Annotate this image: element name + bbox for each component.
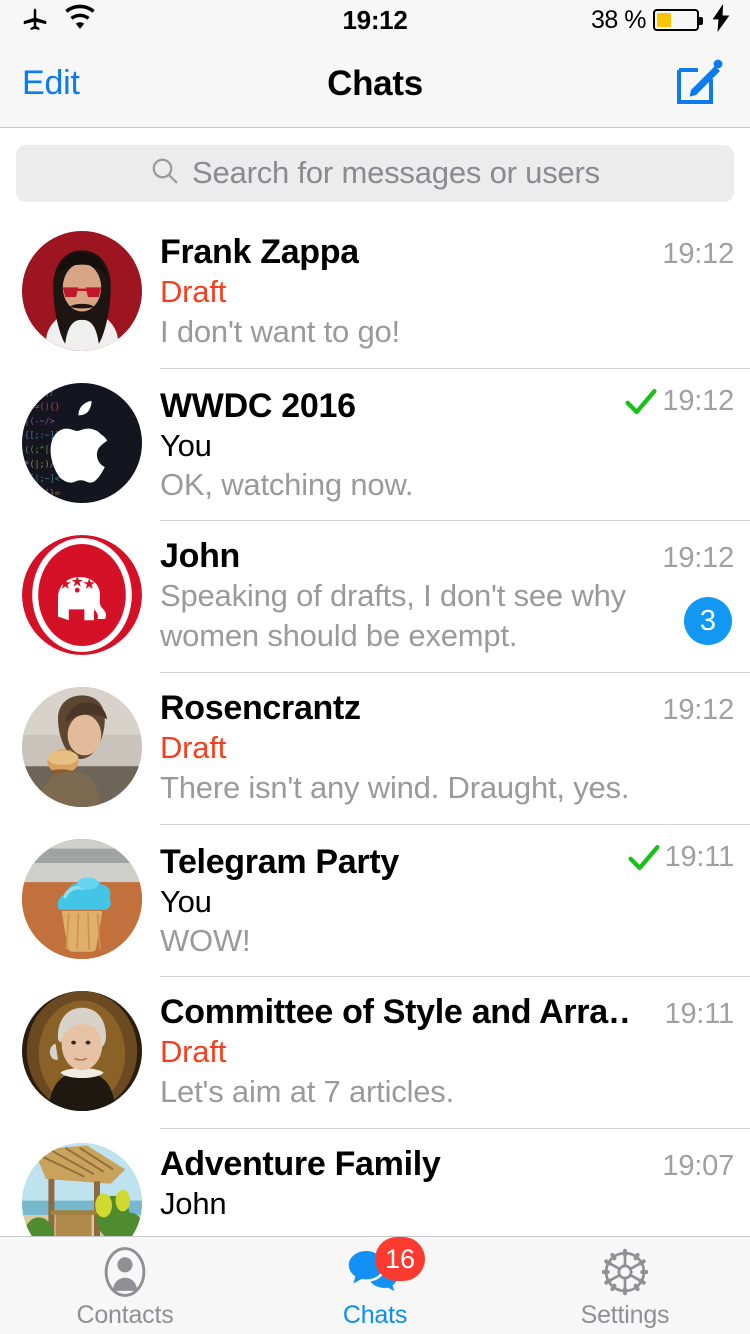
avatar (22, 839, 142, 959)
message-preview: OK, watching now. (160, 467, 414, 503)
chat-list[interactable]: Frank Zappa 19:12 Draft I don't want to go!… (0, 217, 750, 1236)
chat-timestamp: 19:11 (664, 841, 735, 873)
message-preview: Let's aim at 7 articles. (160, 1073, 455, 1109)
battery-icon (653, 9, 703, 31)
chat-timestamp: 19:11 (664, 998, 735, 1030)
chat-title: John (160, 537, 241, 575)
chat-timestamp: 19:12 (662, 385, 734, 417)
message-preview: I don't want to go! (160, 313, 400, 349)
tab-contacts-label: Contacts (76, 1301, 174, 1329)
chat-list-item[interactable]: #!{]|/7+=(){} |(-~/> {[;:~]} ((;^[;/*(|;)… (0, 369, 750, 521)
status-bar: 19:12 38 % (0, 0, 750, 40)
avatar: #!{]|/7+=(){} |(-~/> {[;:~]} ((;^[;/*(|;)… (22, 383, 142, 503)
tab-chats-label: Chats (342, 1301, 408, 1329)
tab-settings[interactable]: Settings (500, 1237, 750, 1334)
wifi-icon (64, 4, 96, 37)
chat-row-body: Telegram Party 19:11 You WOW! (142, 839, 750, 977)
compose-button[interactable] (672, 53, 728, 114)
airplane-icon (20, 3, 50, 38)
navigation-bar: Edit Chats (0, 40, 750, 128)
tab-contacts[interactable]: Contacts (0, 1237, 250, 1334)
svg-text:#!{]|/: #!{]|/ (24, 387, 54, 397)
tab-chats[interactable]: 16 Chats (250, 1237, 500, 1334)
telegram-chats-screen: 19:12 38 % Edit Chats Search for message… (0, 0, 750, 1334)
chat-row-header: Telegram Party 19:11 (160, 841, 734, 882)
message-sender: You (160, 427, 212, 463)
avatar (22, 991, 142, 1111)
chat-row-meta: 19:12 (614, 385, 734, 418)
chat-row-header: Committee of Style and Arra… 19:11 (160, 993, 734, 1032)
chat-row-meta: 19:11 (655, 998, 735, 1031)
battery-percent-label: 38 % (591, 5, 646, 34)
chat-timestamp: 19:12 (662, 542, 734, 574)
message-sender: You (160, 883, 212, 919)
search-placeholder: Search for messages or users (192, 155, 600, 190)
avatar (22, 535, 142, 655)
chats-unread-badge: 16 (375, 1237, 426, 1281)
chat-row-header: Frank Zappa 19:12 (160, 233, 734, 272)
compose-pencil-icon (672, 53, 728, 114)
sent-check-icon (624, 387, 658, 417)
chat-row-body: Rosencrantz 19:12 Draft There isn't any win… (142, 687, 750, 825)
contacts-person-icon (98, 1247, 152, 1297)
chat-row-meta: 19:12 (652, 542, 734, 575)
chat-title: Rosencrantz (160, 689, 361, 727)
chat-list-item[interactable]: Telegram Party 19:11 You WOW! (0, 825, 750, 977)
chat-row-body: Frank Zappa 19:12 Draft I don't want to go! (142, 231, 750, 369)
chat-title: WWDC 2016 (160, 386, 356, 425)
lightning-bolt-icon (712, 3, 730, 37)
tab-settings-label: Settings (580, 1301, 670, 1329)
chat-row-body: John 19:12 Speaking of drafts, I don't see… (142, 535, 750, 673)
chat-timestamp: 19:07 (662, 1150, 734, 1182)
chat-title: Committee of Style and Arra… (160, 993, 630, 1031)
avatar (22, 1143, 142, 1236)
chat-list-item[interactable]: Frank Zappa 19:12 Draft I don't want to go! (0, 217, 750, 369)
avatar (22, 687, 142, 807)
chat-title: Telegram Party (160, 842, 399, 881)
message-preview: WOW! (160, 923, 251, 959)
draft-label: Draft (160, 1034, 227, 1069)
chats-bubbles-icon: 16 (347, 1237, 426, 1297)
chat-row-meta: 19:12 (652, 238, 734, 271)
unread-count-badge: 3 (684, 597, 732, 645)
search-input[interactable]: Search for messages or users (16, 144, 734, 202)
chat-timestamp: 19:12 (662, 694, 734, 726)
status-bar-right: 38 % (591, 3, 730, 37)
chat-row-meta: 19:11 (617, 841, 734, 874)
chat-row-header: Adventure Family 19:07 (160, 1145, 734, 1184)
svg-text:)/;|[}=: )/;|[}= (24, 488, 59, 498)
search-bar-container: Search for messages or users (0, 129, 750, 217)
chat-list-item[interactable]: Rosencrantz 19:12 Draft There isn't any win… (0, 673, 750, 825)
chat-list-item[interactable]: John 19:12 Speaking of drafts, I don't see… (0, 521, 750, 673)
chat-title: Frank Zappa (160, 233, 359, 271)
status-bar-left (20, 3, 591, 38)
chat-row-body: Committee of Style and Arra… 19:11 Draft Le… (142, 991, 750, 1129)
chat-row-meta: 19:12 (652, 694, 734, 727)
edit-button[interactable]: Edit (22, 64, 80, 103)
sent-check-icon (627, 843, 661, 873)
page-title: Chats (327, 63, 423, 103)
chat-row-body: Adventure Family 19:07 John (142, 1143, 750, 1236)
chat-row-header: John 19:12 (160, 537, 734, 576)
draft-label: Draft (160, 730, 227, 765)
chat-row-header: WWDC 2016 19:12 (160, 385, 734, 426)
message-preview: There isn't any wind. Draught, yes. (160, 769, 630, 805)
settings-gear-icon (598, 1247, 652, 1297)
chat-list-item[interactable]: Adventure Family 19:07 John (0, 1129, 750, 1236)
message-preview: Speaking of drafts, I don't see why wome… (160, 578, 626, 653)
draft-label: Draft (160, 274, 227, 309)
svg-text:#[|;~]<: #[|;~]< (24, 473, 59, 483)
svg-text:7+=(){}: 7+=(){} (24, 401, 59, 411)
chat-timestamp: 19:12 (662, 238, 734, 270)
chat-title: Adventure Family (160, 1145, 441, 1183)
message-sender: John (160, 1186, 227, 1221)
tab-bar: Contacts 16 Chats Settings (0, 1236, 750, 1334)
chat-list-item[interactable]: Committee of Style and Arra… 19:11 Draft Le… (0, 977, 750, 1129)
chat-row-body: WWDC 2016 19:12 You OK, watching now. (142, 383, 750, 521)
search-icon (150, 156, 180, 191)
chat-row-header: Rosencrantz 19:12 (160, 689, 734, 728)
chat-row-meta: 19:07 (652, 1150, 734, 1183)
svg-text:|(-~/>: |(-~/> (24, 416, 54, 426)
avatar (22, 231, 142, 351)
